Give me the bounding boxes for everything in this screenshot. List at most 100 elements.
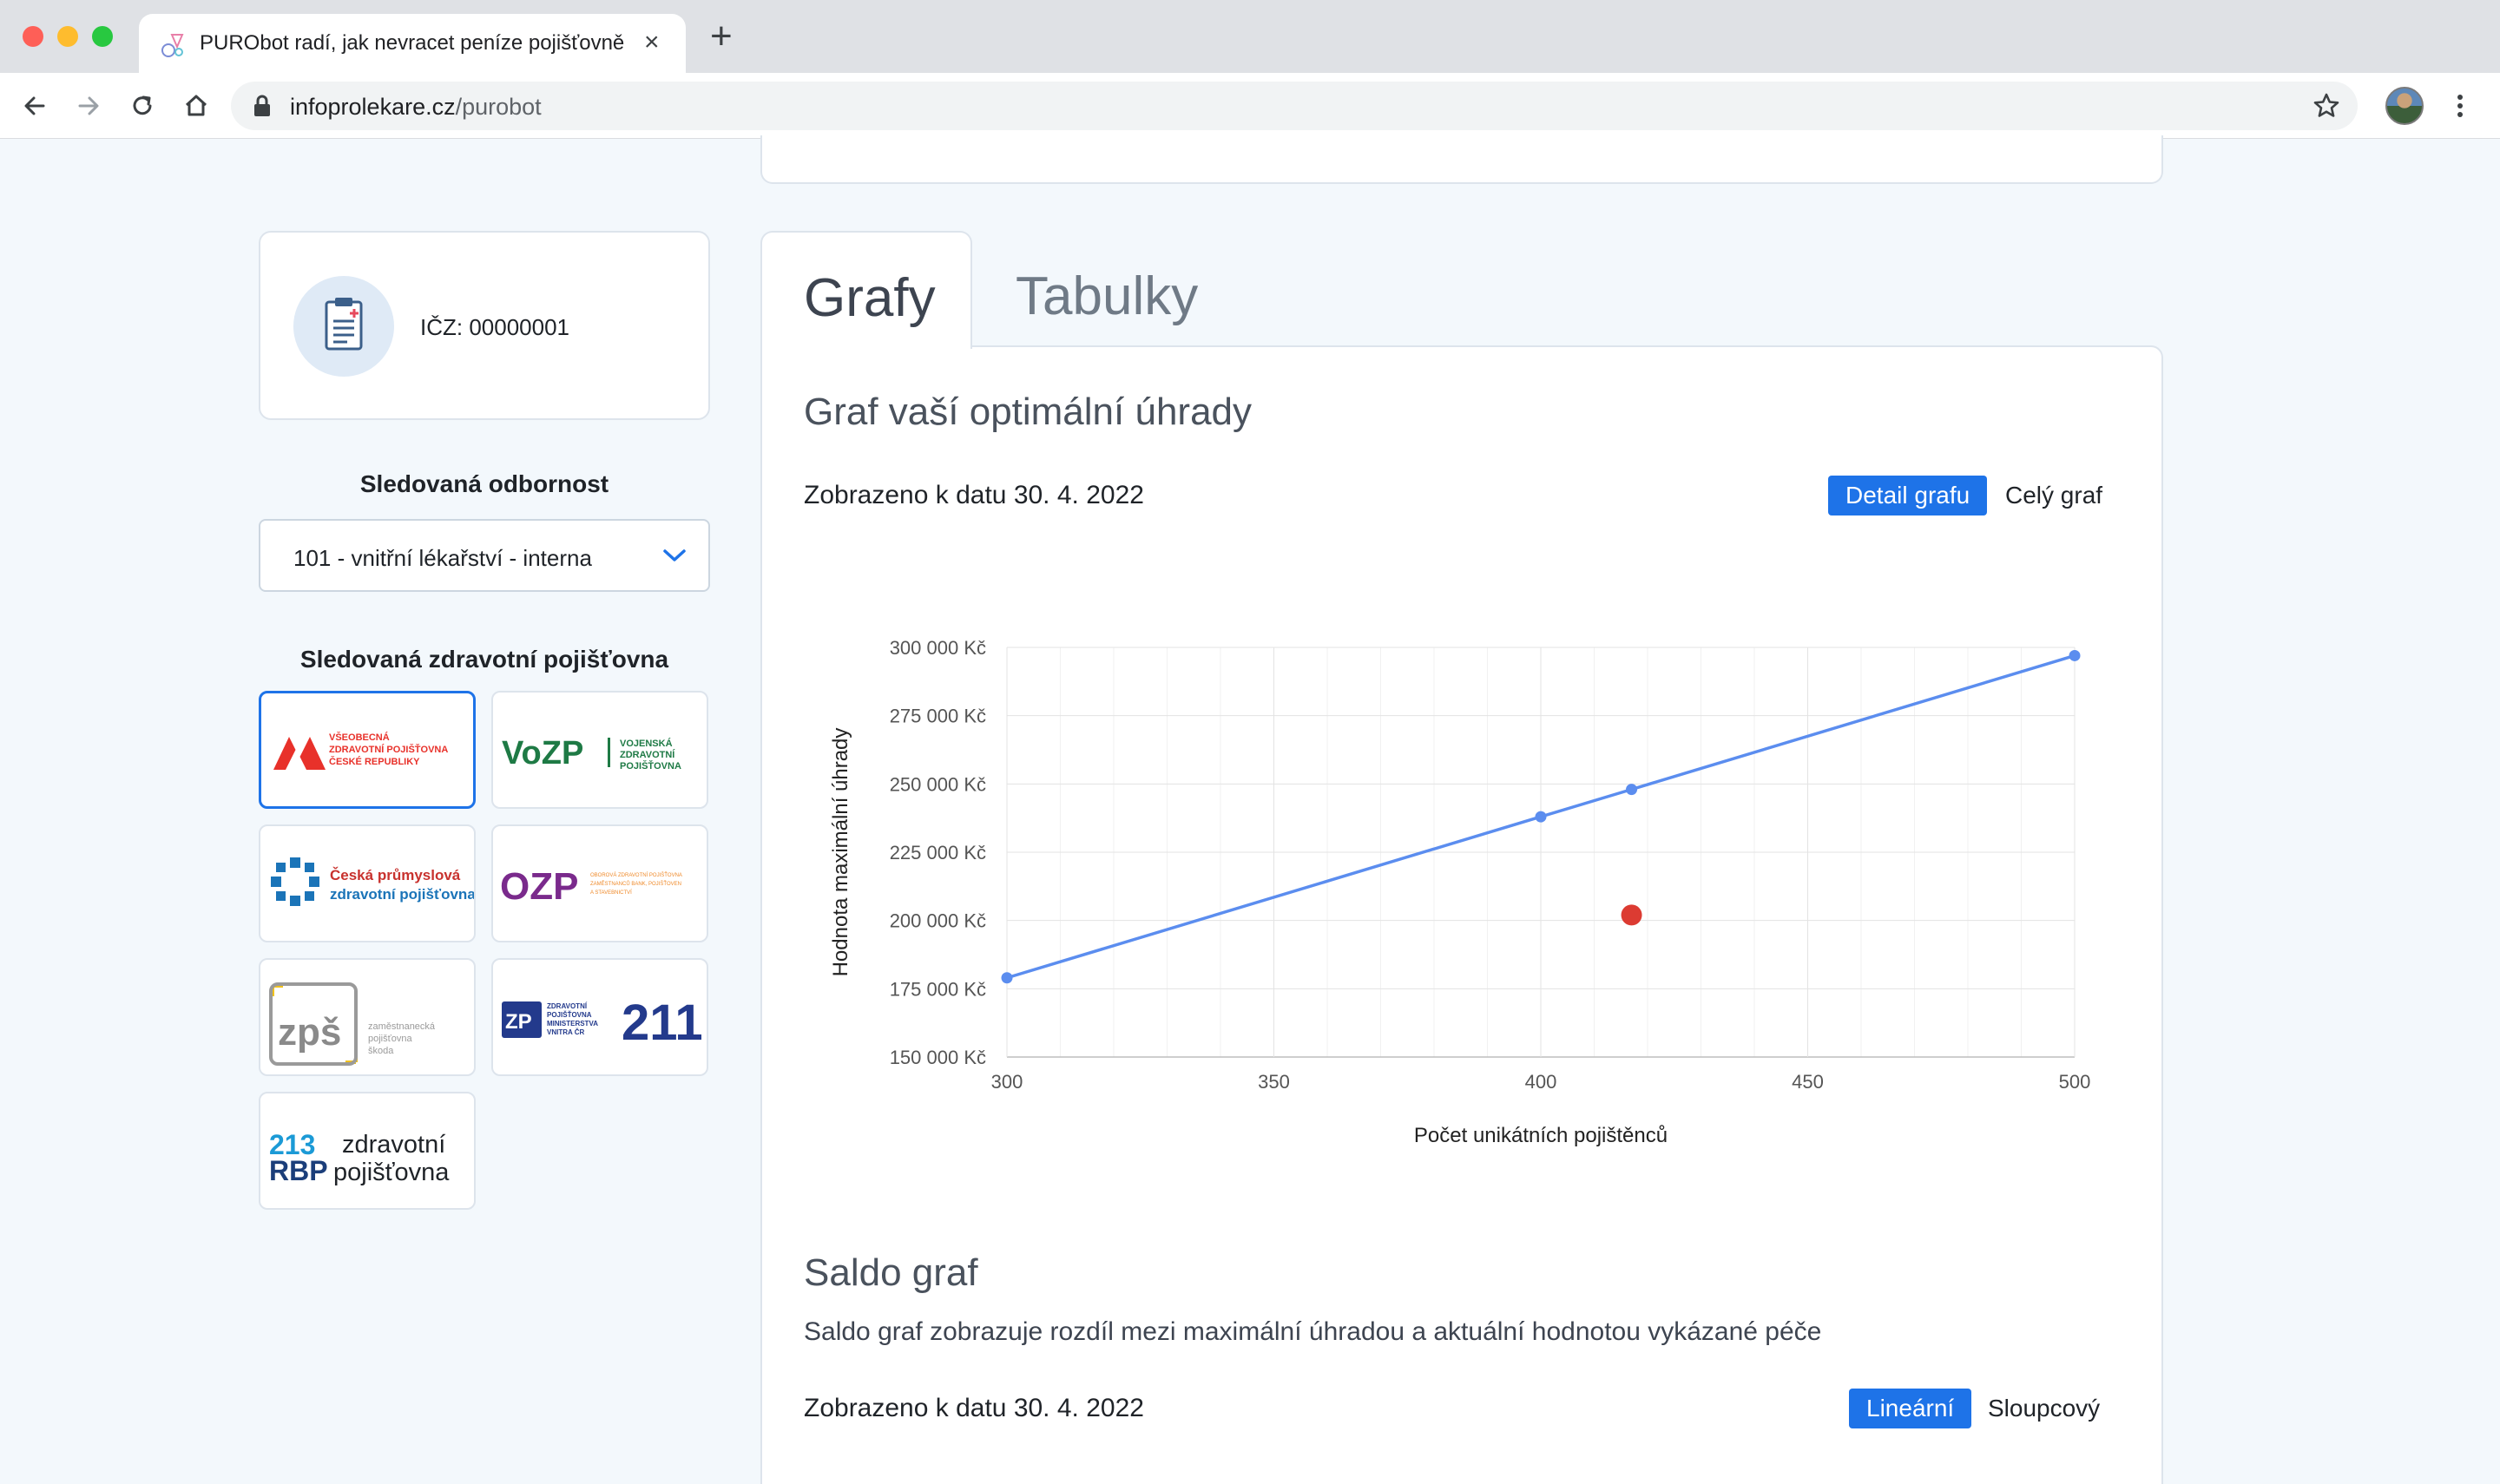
- browser-menu-icon[interactable]: [2450, 89, 2470, 123]
- browser-toolbar: infoprolekare.cz/purobot: [0, 73, 2500, 139]
- y-tick-label: 225 000 Kč: [890, 842, 986, 863]
- cpzp-line-2: zdravotní pojišťovna: [330, 886, 476, 903]
- y-tick-label: 175 000 Kč: [890, 978, 986, 1000]
- zps-line-2: pojišťovna: [368, 1034, 412, 1044]
- browser-tab-active[interactable]: PURObot radí, jak nevracet peníze pojišť…: [139, 14, 686, 73]
- ozp-logo: OZP OBOROVÁ ZDRAVOTNÍ POJIŠŤOVNA ZAMĚSTN…: [500, 865, 682, 908]
- profile-avatar[interactable]: [2385, 87, 2424, 125]
- y-tick-label: 300 000 Kč: [890, 637, 986, 659]
- zps-line-1: zaměstnanecká: [368, 1021, 436, 1032]
- specialty-select-value: 101 - vnitřní lékařství - interna: [293, 545, 592, 571]
- vzp-line-3: ČESKÉ REPUBLIKY: [329, 756, 420, 767]
- vozp-line-1: VOJENSKÁ: [620, 738, 673, 749]
- specialty-heading: Sledovaná odbornost: [359, 470, 609, 497]
- vozp-code: VoZP: [502, 735, 583, 772]
- series-point: [2069, 649, 2081, 661]
- window-zoom-control[interactable]: [92, 26, 113, 47]
- x-tick-label: 500: [2059, 1071, 2091, 1093]
- zpmv-code: 211: [622, 995, 703, 1051]
- x-tick-label: 300: [991, 1071, 1023, 1093]
- zpmv-line-2: POJIŠŤOVNA: [547, 1011, 592, 1019]
- tab-grafy-label: Grafy: [804, 268, 936, 328]
- clipboard-icon: [325, 298, 363, 351]
- saldo-graph-description: Saldo graf zobrazuje rozdíl mezi maximál…: [804, 1317, 1822, 1346]
- back-arrow-icon[interactable]: [19, 90, 50, 121]
- svg-text:RBP: RBP: [269, 1155, 328, 1186]
- cpzp-line-1: Česká průmyslová: [330, 867, 461, 883]
- insurer-heading: Sledovaná zdravotní pojišťovna: [299, 646, 669, 673]
- forward-arrow-icon[interactable]: [73, 90, 104, 121]
- zpmv-line-4: VNITRA ČR: [547, 1028, 584, 1036]
- insurer-cpzp[interactable]: Česká průmyslová zdravotní pojišťovna: [259, 824, 476, 942]
- x-tick-label: 350: [1258, 1071, 1290, 1093]
- zpmv-line-3: MINISTERSTVA: [547, 1020, 598, 1028]
- bar-chart-button[interactable]: Sloupcový: [1988, 1389, 2100, 1428]
- url-host: infoprolekare.cz: [290, 94, 456, 120]
- insurer-zps[interactable]: zpš zaměstnanecká pojišťovna škoda: [259, 958, 476, 1076]
- vozp-line-3: POJIŠŤOVNA: [620, 760, 681, 772]
- tab-title: PURObot radí, jak nevracet peníze pojišť…: [200, 31, 625, 55]
- insurer-vzp[interactable]: VŠEOBECNÁ ZDRAVOTNÍ POJIŠŤOVNA ČESKÉ REP…: [259, 691, 476, 809]
- detail-graph-button[interactable]: Detail grafu: [1828, 476, 1988, 515]
- reload-icon[interactable]: [127, 90, 158, 121]
- x-tick-label: 400: [1525, 1071, 1557, 1093]
- y-tick-label: 250 000 Kč: [890, 773, 986, 795]
- insurer-zpmv[interactable]: ZP ZDRAVOTNÍ POJIŠŤOVNA MINISTERSTVA VNI…: [491, 958, 708, 1076]
- y-tick-label: 150 000 Kč: [890, 1047, 986, 1068]
- bookmark-star-icon[interactable]: [2311, 90, 2342, 121]
- zpmv-line-1: ZDRAVOTNÍ: [547, 1002, 588, 1010]
- insurer-vozp[interactable]: VoZP VOJENSKÁ ZDRAVOTNÍ POJIŠŤOVNA: [491, 691, 708, 809]
- insurer-rbp[interactable]: 213 RBP zdravotní pojišťovna: [259, 1092, 476, 1210]
- previous-card-bottom: [760, 135, 2163, 184]
- optimal-payment-chart: 150 000 Kč 175 000 Kč 200 000 Kč 225 000 Kč…: [829, 637, 2091, 1147]
- y-tick-label: 200 000 Kč: [890, 910, 986, 932]
- lock-icon[interactable]: [252, 94, 273, 118]
- vzp-logo: VŠEOBECNÁ ZDRAVOTNÍ POJIŠŤOVNA ČESKÉ REP…: [273, 732, 448, 770]
- optimal-graph-title: Graf vaší optimální úhrady: [804, 391, 1253, 433]
- zps-line-3: škoda: [368, 1046, 394, 1056]
- url-path: /purobot: [455, 94, 542, 120]
- browser-tab-bar: PURObot radí, jak nevracet peníze pojišť…: [0, 0, 2500, 73]
- home-icon[interactable]: [181, 90, 212, 121]
- full-graph-button[interactable]: Celý graf: [2005, 476, 2102, 515]
- svg-text:ZP: ZP: [505, 1010, 532, 1034]
- current-value-point: [1621, 904, 1642, 926]
- specialty-select[interactable]: 101 - vnitřní lékařství - interna: [259, 519, 710, 592]
- purobot-favicon-icon: [161, 34, 184, 57]
- series-point: [1626, 784, 1638, 796]
- linear-chart-button[interactable]: Lineární: [1849, 1389, 1972, 1428]
- zps-logo: zpš zaměstnanecká pojišťovna škoda: [269, 982, 436, 1066]
- rbp-logo: 213 RBP zdravotní pojišťovna: [269, 1129, 450, 1186]
- rbp-line-1: zdravotní: [342, 1131, 445, 1159]
- y-axis-label: Hodnota maximální úhrady: [829, 728, 852, 977]
- icz-number: IČZ: 00000001: [420, 314, 570, 340]
- tab-close-icon[interactable]: ×: [644, 28, 660, 57]
- window-minimize-control[interactable]: [57, 26, 78, 47]
- saldo-graph-title: Saldo graf: [804, 1251, 978, 1294]
- ozp-line-2: ZAMĚSTNANCŮ BANK, POJIŠŤOVEN: [590, 880, 681, 887]
- x-axis-label: Počet unikátních pojištěnců: [1414, 1124, 1668, 1147]
- insurer-ozp[interactable]: OZP OBOROVÁ ZDRAVOTNÍ POJIŠŤOVNA ZAMĚSTN…: [491, 824, 708, 942]
- series-point: [1001, 972, 1013, 984]
- zpmv-logo: ZP ZDRAVOTNÍ POJIŠŤOVNA MINISTERSTVA VNI…: [502, 995, 703, 1051]
- ozp-line-1: OBOROVÁ ZDRAVOTNÍ POJIŠŤOVNA: [590, 871, 682, 878]
- tab-tabulky[interactable]: Tabulky: [1016, 266, 1198, 327]
- vozp-line-2: ZDRAVOTNÍ: [620, 749, 675, 760]
- y-tick-label: 275 000 Kč: [890, 706, 986, 727]
- address-bar[interactable]: infoprolekare.cz/purobot: [231, 82, 2358, 130]
- vzp-line-1: VŠEOBECNÁ: [329, 732, 390, 743]
- rbp-line-2: pojišťovna: [333, 1159, 450, 1186]
- chevron-down-icon: [663, 549, 686, 561]
- ozp-line-3: A STAVEBNICTVÍ: [590, 890, 632, 896]
- clipboard-icon-circle: [293, 276, 394, 377]
- series-point: [1535, 811, 1547, 823]
- vozp-logo: VoZP VOJENSKÁ ZDRAVOTNÍ POJIŠŤOVNA: [502, 735, 681, 772]
- tab-grafy[interactable]: Grafy: [760, 231, 972, 349]
- x-tick-label: 450: [1792, 1071, 1824, 1093]
- icz-card: IČZ: 00000001: [259, 231, 710, 420]
- new-tab-plus-icon[interactable]: +: [710, 17, 733, 56]
- window-close-control[interactable]: [23, 26, 43, 47]
- saldo-graph-date: Zobrazeno k datu 30. 4. 2022: [804, 1394, 1144, 1422]
- url-text[interactable]: infoprolekare.cz/purobot: [290, 94, 542, 121]
- ozp-code: OZP: [500, 865, 578, 908]
